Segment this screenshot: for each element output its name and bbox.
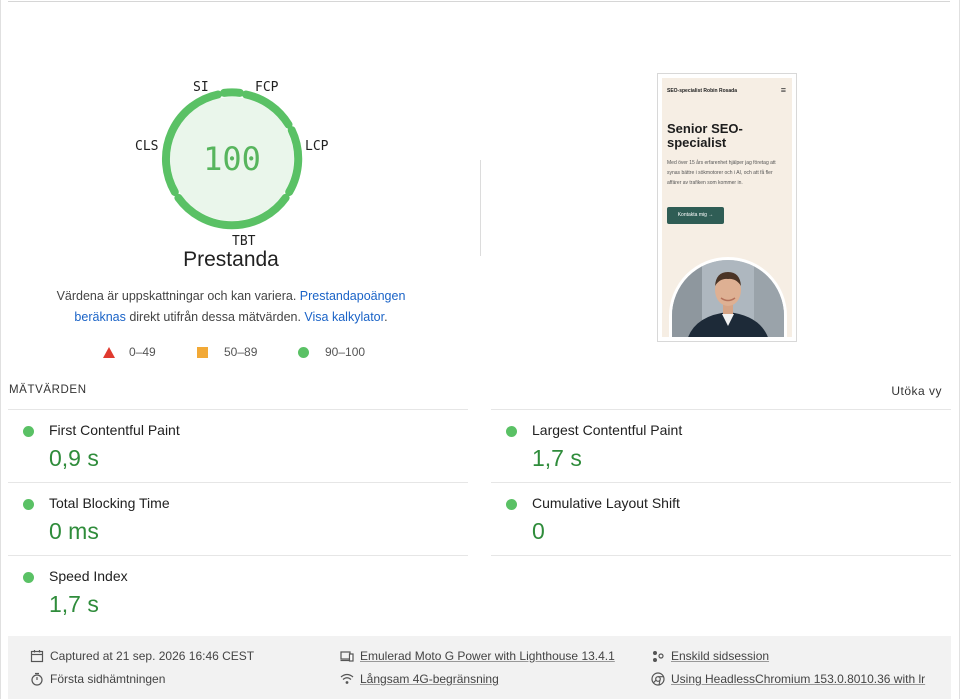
expand-view-toggle[interactable]: Utöka vy [891,384,942,398]
pass-circle-icon [23,426,34,437]
footer-throttling[interactable]: Långsam 4G-begränsning [340,672,499,686]
gauge-tag-lcp: LCP [305,139,329,154]
metrics-divider [491,409,951,410]
calculator-link[interactable]: Visa kalkylator [304,310,384,324]
pass-circle-icon [23,572,34,583]
legend-fail: 0–49 [103,345,156,359]
metric-label: Speed Index [49,568,128,584]
metrics-divider [8,482,468,483]
portrait-photo [669,257,787,337]
stopwatch-icon [31,672,43,686]
score-description: Värdena är uppskattningar och kan varier… [30,286,432,328]
chrome-icon [651,672,665,686]
screenshot-hero-heading: Senior SEO-specialist [667,121,743,150]
footer-first-load: Första sidhämtningen [30,672,165,686]
average-square-icon [197,346,208,358]
metric-label: First Contentful Paint [49,422,180,438]
fail-triangle-icon [103,346,115,358]
legend-average-label: 50–89 [224,345,258,359]
vertical-divider [480,160,481,256]
screenshot-contact-button: Kontakta mig → [667,207,724,224]
metric-label: Total Blocking Time [49,495,170,511]
calendar-icon [30,650,44,663]
throttling-text: Långsam 4G-begränsning [360,672,499,686]
footer-device[interactable]: Emulerad Moto G Power with Lighthouse 13… [340,649,615,663]
footer-session[interactable]: Enskild sidsession [651,649,769,663]
runtime-settings-footer: Captured at 21 sep. 2026 16:46 CEST Förs… [8,636,951,699]
metric-value: 1,7 s [49,591,99,617]
metrics-divider [8,555,468,556]
gauge-tag-tbt: TBT [232,234,256,249]
metric-value: 0 ms [49,518,99,544]
metric-value: 1,7 s [532,445,582,471]
gauge-tag-cls: CLS [135,139,159,154]
metrics-divider [491,482,951,483]
gauge-tag-fcp: FCP [255,80,279,95]
captured-text: Captured at 21 sep. 2026 16:46 CEST [50,649,255,663]
pass-circle-icon [506,426,517,437]
device-text: Emulerad Moto G Power with Lighthouse 13… [360,649,615,663]
final-screenshot[interactable]: SEO-specialist Robin Rosada ≡ Senior SEO… [657,73,797,342]
gauge-title: Prestanda [183,248,279,271]
pass-circle-icon [298,346,309,358]
metric-value: 0 [532,518,545,544]
metric-value: 0,9 s [49,445,99,471]
pass-circle-icon [23,499,34,510]
wifi-icon [340,673,354,684]
metric-label: Cumulative Layout Shift [532,495,680,511]
metrics-divider [8,409,468,410]
metric-label: Largest Contentful Paint [532,422,683,438]
screenshot-page: SEO-specialist Robin Rosada ≡ Senior SEO… [662,78,792,337]
footer-browser[interactable]: Using HeadlessChromium 153.0.8010.36 wit… [651,672,925,686]
screenshot-body-text: Med över 15 års erfarenhet hjälper jag f… [667,160,776,186]
browser-text: Using HeadlessChromium 153.0.8010.36 wit… [671,672,926,686]
hamburger-icon: ≡ [780,85,786,95]
session-icon [653,651,664,662]
footer-captured: Captured at 21 sep. 2026 16:46 CEST [30,649,254,663]
desc-text-2: direkt utifrån dessa mätvärden. [125,310,305,324]
portrait-illustration [672,260,784,337]
metrics-section-title: MÄTVÄRDEN [9,384,87,396]
first-load-text: Första sidhämtningen [50,672,166,686]
legend-pass-label: 90–100 [325,345,366,359]
screenshot-brand: SEO-specialist Robin Rosada [667,88,738,94]
desc-text-1: Värdena är uppskattningar och kan varier… [56,289,300,303]
legend-average: 50–89 [197,345,257,359]
desc-text-3: . [384,310,388,324]
legend-fail-label: 0–49 [129,345,156,359]
gauge-tag-si: SI [193,80,209,95]
pass-circle-icon [506,499,517,510]
metrics-divider [491,555,951,556]
session-text: Enskild sidsession [671,649,770,663]
top-divider [8,1,950,2]
legend-pass: 90–100 [298,345,365,359]
devices-icon [340,651,354,662]
